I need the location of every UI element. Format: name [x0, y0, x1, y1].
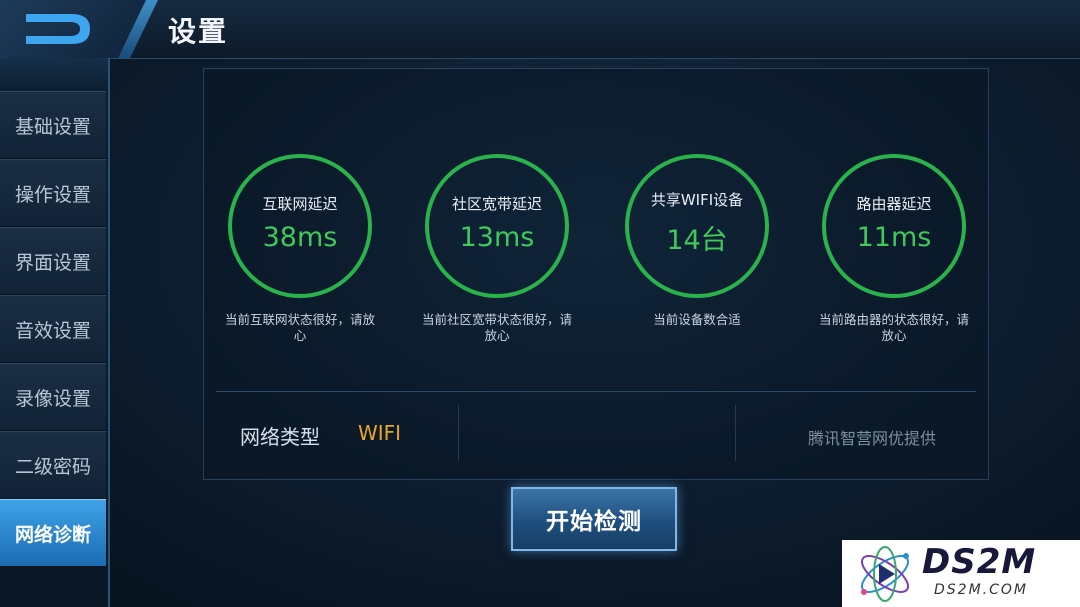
divider [216, 391, 976, 392]
gauge-title: 路由器延迟 [856, 195, 932, 213]
gauge-note: 当前路由器的状态很好，请放心 [818, 312, 969, 343]
gauge-title: 共享WIFI设备 [650, 191, 744, 209]
gauge-title: 互联网延迟 [262, 195, 338, 213]
gauge-broadband-latency: 社区宽带延迟 13ms 当前社区宽带状态很好，请放心 [422, 154, 572, 344]
header-bar: 设置 [0, 0, 1080, 59]
gauge-note: 当前互联网状态很好，请放心 [224, 312, 375, 343]
network-type-label: 网络类型 [240, 425, 320, 449]
watermark-title: DS2M [922, 542, 1037, 582]
gauge-ring: 共享WIFI设备 14台 [625, 154, 769, 298]
gauge-router-latency: 路由器延迟 11ms 当前路由器的状态很好，请放心 [819, 154, 969, 344]
page-title: 设置 [168, 15, 229, 48]
sidebar-item-controls[interactable]: 操作设置 [0, 159, 106, 227]
gauge-internet-latency: 互联网延迟 38ms 当前互联网状态很好，请放心 [225, 154, 375, 344]
gauge-value: 38ms [262, 222, 338, 253]
gauge-ring: 互联网延迟 38ms [228, 154, 372, 298]
divider [735, 405, 736, 461]
sidebar-item-network-diagnosis[interactable]: 网络诊断 [0, 499, 106, 567]
watermark-url: DS2M.COM [934, 582, 1028, 598]
network-type-row: 网络类型 WIFI 腾讯智营网优提供 [216, 393, 976, 471]
gauge-note: 当前社区宽带状态很好，请放心 [421, 312, 572, 343]
sidebar-item-replay[interactable]: 录像设置 [0, 363, 106, 431]
sidebar-item-sound[interactable]: 音效设置 [0, 295, 106, 363]
gauge-value: 14台 [666, 225, 728, 256]
start-detection-button[interactable]: 开始检测 [511, 487, 677, 551]
watermark: DS2M DS2M.COM [842, 540, 1080, 607]
sidebar-top-decoration [0, 58, 108, 90]
network-type-value: WIFI [358, 421, 402, 445]
gauge-ring: 社区宽带延迟 13ms [425, 154, 569, 298]
gauge-note: 当前设备数合适 [653, 312, 741, 327]
sidebar-item-secondary-password[interactable]: 二级密码 [0, 431, 106, 499]
back-arrow-icon [26, 14, 90, 44]
gauge-value: 11ms [856, 222, 932, 253]
provider-credit: 腾讯智营网优提供 [807, 429, 936, 448]
ds2m-logo-icon [861, 546, 909, 602]
sidebar-item-basic[interactable]: 基础设置 [0, 91, 106, 159]
divider [458, 405, 459, 461]
gauge-ring: 路由器延迟 11ms [822, 154, 966, 298]
network-diagnosis-panel: 互联网延迟 38ms 当前互联网状态很好，请放心 社区宽带延迟 13ms 当前社… [203, 68, 989, 480]
gauge-title: 社区宽带延迟 [451, 195, 542, 213]
gauge-value: 13ms [459, 222, 535, 253]
gauge-shared-wifi-devices: 共享WIFI设备 14台 当前设备数合适 [622, 154, 772, 328]
sidebar-item-interface[interactable]: 界面设置 [0, 227, 106, 295]
